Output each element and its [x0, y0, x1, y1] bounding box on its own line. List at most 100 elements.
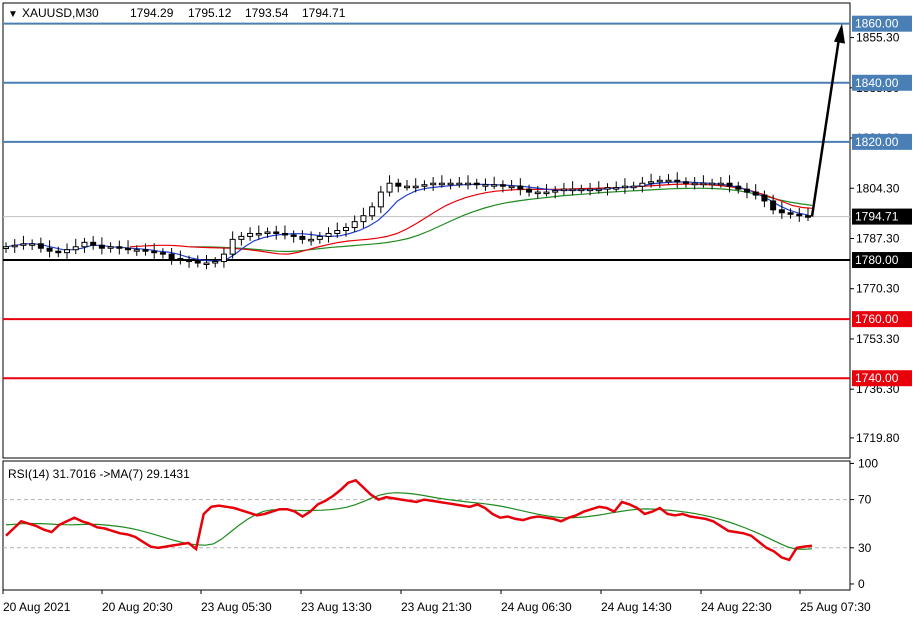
candle — [735, 185, 742, 190]
candle — [752, 191, 759, 196]
candle — [247, 232, 254, 237]
candle — [700, 182, 707, 186]
rsi-axis-label: 30 — [858, 541, 872, 555]
candle — [682, 181, 689, 184]
candle — [648, 181, 655, 184]
candle — [404, 185, 410, 189]
candle — [560, 188, 567, 192]
candle — [386, 182, 393, 193]
candle — [351, 221, 358, 229]
candle — [778, 209, 785, 214]
high-value: 1795.12 — [188, 6, 232, 20]
candle — [805, 215, 811, 218]
candle — [29, 243, 36, 246]
candle — [281, 232, 288, 236]
trading-chart[interactable]: 1855.301838.301821.301804.301787.301770.… — [0, 0, 924, 620]
candle — [534, 191, 541, 195]
candle — [20, 243, 27, 246]
candle — [491, 184, 498, 187]
candle — [743, 188, 750, 193]
candle — [133, 249, 140, 252]
rsi-axis-label: 70 — [858, 493, 872, 507]
price-axis-label: 1787.30 — [856, 231, 900, 245]
candle — [656, 179, 663, 183]
candle — [761, 194, 768, 202]
candle — [64, 249, 71, 254]
candle — [264, 231, 271, 234]
time-axis-label: 20 Aug 2021 — [3, 600, 71, 614]
candle — [90, 241, 97, 246]
candle — [325, 232, 332, 237]
candle — [3, 246, 9, 250]
time-axis-label: 23 Aug 13:30 — [301, 600, 372, 614]
chart-canvas[interactable]: 1855.301838.301821.301804.301787.301770.… — [0, 0, 924, 620]
candle — [770, 200, 777, 211]
candle — [412, 185, 419, 189]
candle — [46, 247, 53, 252]
rsi-axis-label: 0 — [858, 577, 865, 591]
candle — [473, 182, 480, 186]
candle — [569, 188, 576, 192]
time-axis-label: 23 Aug 21:30 — [401, 600, 472, 614]
candle — [116, 246, 123, 249]
candle — [543, 191, 550, 195]
candle — [177, 258, 184, 261]
candle — [552, 190, 559, 193]
candle — [787, 212, 794, 215]
price-axis-label: 1855.30 — [856, 31, 900, 45]
candle — [674, 179, 681, 183]
candle — [482, 184, 489, 187]
candle — [37, 243, 44, 249]
candle — [499, 184, 506, 187]
candle — [604, 187, 611, 190]
candle — [726, 182, 733, 187]
candle — [796, 213, 803, 217]
level-label: 1840.00 — [855, 76, 899, 90]
time-axis-label: 25 Aug 07:30 — [800, 600, 871, 614]
price-axis-label: 1804.30 — [856, 181, 900, 195]
symbol-label: XAUUSD,M30 — [22, 6, 99, 20]
rsi-axis-label: 100 — [858, 456, 878, 470]
price-axis-label: 1770.30 — [856, 282, 900, 296]
candle — [55, 250, 62, 254]
candle — [168, 253, 175, 260]
candle — [421, 184, 428, 187]
price-axis-label: 1719.80 — [856, 431, 900, 445]
candle — [691, 182, 698, 186]
candle — [369, 206, 376, 217]
candle — [526, 188, 533, 193]
candle — [613, 187, 620, 190]
current-price-label: 1794.71 — [855, 210, 899, 224]
candle — [595, 188, 602, 192]
level-label: 1860.00 — [855, 17, 899, 31]
candle — [98, 244, 105, 249]
candle — [377, 191, 384, 208]
candle — [316, 235, 323, 240]
close-value: 1794.71 — [302, 6, 346, 20]
candle — [447, 182, 454, 186]
candle — [142, 249, 149, 252]
level-label: 1740.00 — [855, 371, 899, 385]
candle — [395, 182, 402, 187]
candle — [273, 231, 280, 234]
candle — [290, 234, 297, 237]
candle — [438, 182, 445, 186]
candle — [639, 182, 646, 187]
price-panel[interactable] — [2, 2, 851, 459]
candle — [125, 247, 132, 251]
candle — [709, 182, 716, 186]
candle — [203, 262, 210, 265]
time-axis-label: 20 Aug 20:30 — [102, 600, 173, 614]
candle — [212, 261, 219, 264]
time-axis-label: 23 Aug 05:30 — [201, 600, 272, 614]
candle — [238, 235, 245, 240]
candle — [81, 241, 88, 248]
candle — [456, 182, 463, 186]
candle — [72, 246, 79, 251]
time-axis-label: 24 Aug 06:30 — [501, 600, 572, 614]
candle — [151, 250, 158, 254]
candle — [229, 238, 236, 255]
level-label: 1820.00 — [855, 135, 899, 149]
time-axis-label: 24 Aug 14:30 — [601, 600, 672, 614]
candle — [334, 230, 341, 234]
